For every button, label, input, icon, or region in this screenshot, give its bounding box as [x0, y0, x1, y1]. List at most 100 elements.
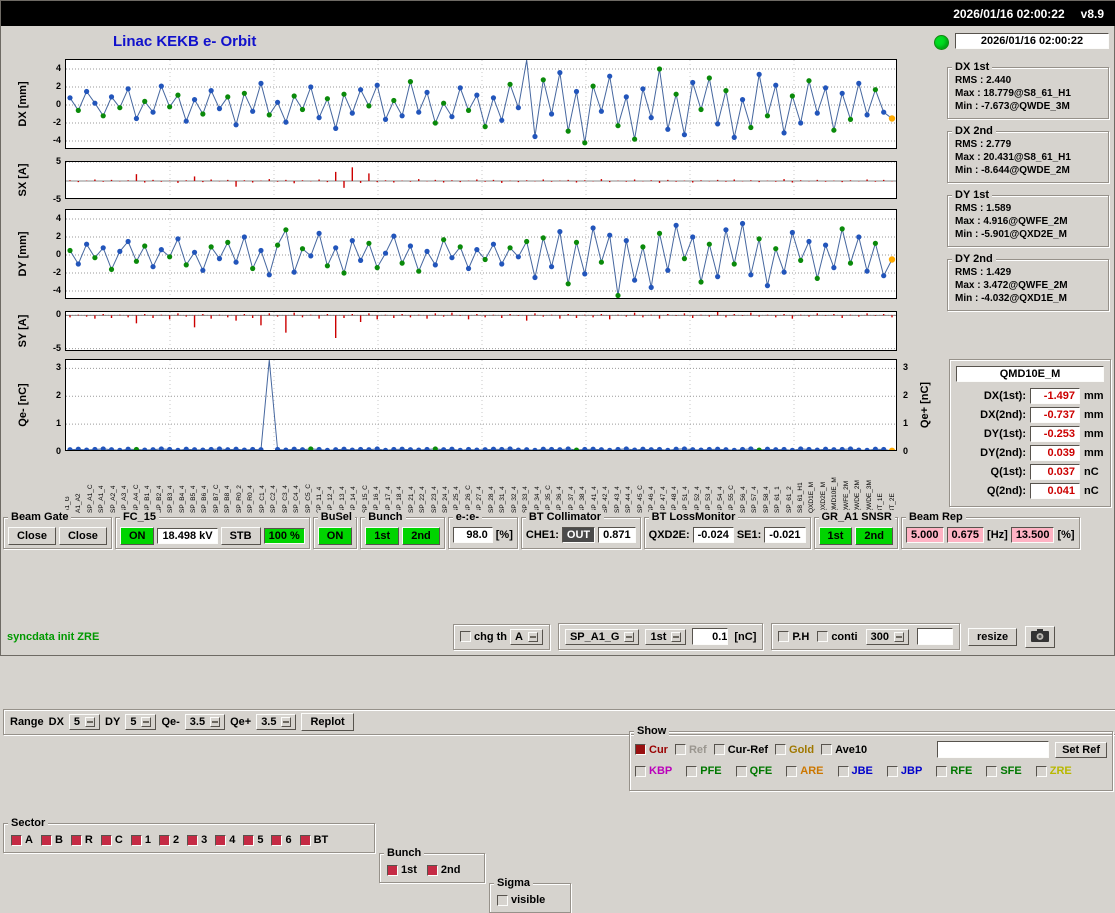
checkbox-icon[interactable] [886, 765, 898, 777]
aux-input[interactable] [916, 628, 953, 645]
checkbox-icon[interactable] [713, 744, 725, 755]
show-checkbox-pfe[interactable]: PFE [686, 765, 722, 777]
checkbox-icon[interactable] [158, 834, 170, 846]
fc15-on-button[interactable]: ON [119, 527, 155, 545]
show-checkbox-cur-ref[interactable]: Cur-Ref [713, 744, 768, 756]
beam-gate-close-1-button[interactable]: Close [8, 527, 56, 545]
checkbox-icon[interactable] [387, 864, 398, 876]
show-checkbox-kbp[interactable]: KBP [635, 765, 672, 777]
show-checkbox-ave10[interactable]: Ave10 [821, 744, 867, 756]
chg-th-checkbox[interactable]: chg th [460, 631, 507, 643]
qe-plot[interactable] [65, 359, 897, 451]
range-qep-select[interactable]: 3.5 [256, 714, 297, 730]
fc15-stb-button[interactable]: STB [220, 527, 261, 545]
sector-checkbox-6[interactable]: 6 [271, 834, 292, 846]
checkbox-icon[interactable] [271, 834, 283, 846]
show-checkbox-gold[interactable]: Gold [775, 744, 814, 756]
sector-select[interactable]: A [510, 628, 543, 645]
checkbox-icon[interactable] [215, 834, 227, 846]
show-checkbox-cur[interactable]: Cur [635, 744, 668, 756]
x-tick-label: SP_13_4 [338, 486, 346, 513]
bpm-select[interactable]: SP_A1_G [564, 628, 640, 645]
bunch-filter-items: 1st 2nd [387, 864, 477, 876]
dx-plot[interactable] [65, 59, 897, 149]
dy-plot[interactable] [65, 209, 897, 299]
sector-checkbox-a[interactable]: A [11, 834, 33, 846]
checkbox-icon[interactable] [778, 631, 790, 642]
min-value: Min : -7.673@QWDE_3M [955, 101, 1070, 112]
checkbox-icon[interactable] [100, 834, 112, 846]
screenshot-button[interactable] [1025, 625, 1056, 648]
show-checkbox-rfe[interactable]: RFE [936, 765, 972, 777]
range-dx-select[interactable]: 5 [68, 714, 101, 730]
sector-checkbox-3[interactable]: 3 [187, 834, 207, 846]
replot-button[interactable]: Replot [301, 713, 354, 731]
checkbox-icon[interactable] [674, 744, 686, 755]
checkbox-icon[interactable] [986, 765, 998, 777]
sector-checkbox-1[interactable]: 1 [130, 834, 151, 846]
sector-checkbox-5[interactable]: 5 [243, 834, 263, 846]
bunch-select[interactable]: 1st [645, 628, 687, 645]
checkbox-icon[interactable] [130, 834, 142, 846]
dx-2nd-stats: DX 2nd RMS : 2.779 Max : 20.431@S8_61_H1… [947, 124, 1109, 183]
ph-checkbox[interactable]: P.H [778, 631, 809, 643]
conti-checkbox[interactable]: conti [817, 631, 858, 643]
sector-checkbox-r[interactable]: R [70, 834, 93, 846]
sector-checkbox-bt[interactable]: BT [299, 834, 328, 846]
busel-on-button[interactable]: ON [317, 527, 353, 545]
show-checkbox-jbe[interactable]: JBE [837, 765, 873, 777]
checkbox-icon[interactable] [936, 765, 948, 777]
bunch-checkbox-2nd[interactable]: 2nd [426, 864, 460, 876]
checkbox-icon[interactable] [775, 744, 787, 755]
set-ref-button[interactable]: Set Ref [1055, 741, 1107, 758]
beam-gate-close-2-button[interactable]: Close [58, 527, 107, 545]
show-checkbox-qfe[interactable]: QFE [735, 765, 772, 777]
checkbox-icon[interactable] [497, 894, 508, 906]
sector-checkbox-c[interactable]: C [100, 834, 123, 846]
gr-snsr-2nd-button[interactable]: 2nd [855, 527, 893, 545]
monitor-name-display[interactable]: QMD10E_M [956, 366, 1104, 382]
range-dy-select[interactable]: 5 [125, 714, 157, 730]
che1-state-display[interactable]: OUT [561, 527, 596, 543]
show-checkbox-sfe[interactable]: SFE [986, 765, 1022, 777]
show-checkbox-are[interactable]: ARE [786, 765, 824, 777]
interval-select[interactable]: 300 [865, 628, 909, 645]
show-checkbox-jbp[interactable]: JBP [886, 765, 922, 777]
sy-plot[interactable] [65, 311, 897, 351]
checkbox-icon[interactable] [187, 834, 199, 846]
checkbox-icon[interactable] [299, 834, 311, 846]
checkbox-icon[interactable] [686, 765, 698, 777]
checkbox-icon[interactable] [1035, 765, 1047, 777]
checkbox-icon[interactable] [821, 744, 833, 755]
checkbox-label: JBE [851, 765, 873, 777]
dropdown-handle-icon [671, 631, 682, 642]
bunch-2nd-button[interactable]: 2nd [402, 527, 440, 545]
checkbox-icon[interactable] [70, 834, 82, 846]
checkbox-icon[interactable] [735, 765, 747, 777]
sector-checkbox-2[interactable]: 2 [158, 834, 179, 846]
checkbox-icon[interactable] [40, 834, 52, 846]
checkbox-icon[interactable] [635, 744, 646, 755]
checkbox-icon[interactable] [635, 765, 646, 777]
threshold-input[interactable] [692, 628, 729, 645]
resize-button[interactable]: resize [967, 627, 1018, 646]
checkbox-icon[interactable] [243, 834, 255, 846]
checkbox-icon[interactable] [426, 864, 438, 876]
show-checkbox-ref[interactable]: Ref [674, 744, 707, 756]
sigma-visible-checkbox[interactable]: visible [497, 894, 545, 906]
ref-name-input[interactable] [937, 741, 1050, 758]
sector-checkbox-4[interactable]: 4 [215, 834, 235, 846]
checkbox-icon[interactable] [786, 765, 798, 777]
sector-checkbox-b[interactable]: B [40, 834, 63, 846]
range-qem-select[interactable]: 3.5 [184, 714, 226, 730]
checkbox-icon[interactable] [11, 834, 22, 846]
checkbox-icon[interactable] [837, 765, 849, 777]
sx-plot[interactable] [65, 161, 897, 199]
show-checkbox-zre[interactable]: ZRE [1035, 765, 1072, 777]
gr-snsr-1st-button[interactable]: 1st [818, 527, 853, 545]
beam-rep-group: Beam Rep 5.000 0.675 [Hz] 13.500 [%] [900, 510, 1080, 549]
bunch-checkbox-1st[interactable]: 1st [387, 864, 417, 876]
checkbox-icon[interactable] [817, 631, 829, 642]
bunch-1st-button[interactable]: 1st [365, 527, 400, 545]
checkbox-icon[interactable] [460, 631, 471, 642]
